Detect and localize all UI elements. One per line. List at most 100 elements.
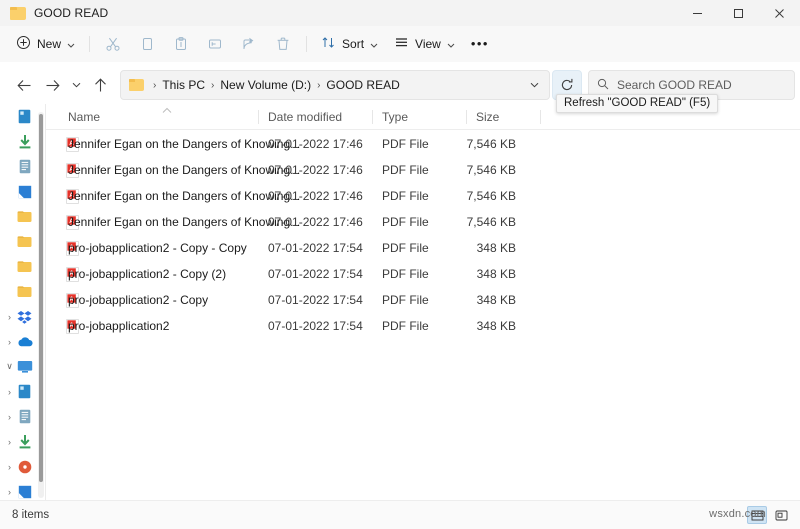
- breadcrumb-new-volume[interactable]: New Volume (D:): [219, 78, 312, 92]
- sort-button-label: Sort: [342, 37, 365, 51]
- search-placeholder: Search GOOD READ: [617, 78, 732, 92]
- table-row[interactable]: Apro-jobapplication2 - Copy (2) 07-01-202…: [46, 261, 800, 287]
- view-toggle-group: [747, 506, 791, 524]
- column-header-name[interactable]: Name: [68, 104, 100, 130]
- file-date-modified: 07-01-2022 17:46: [268, 189, 363, 203]
- column-header-size[interactable]: Size: [476, 104, 499, 130]
- maximize-icon[interactable]: [718, 0, 759, 26]
- file-date-modified: 07-01-2022 17:46: [268, 215, 363, 229]
- folder-icon: [10, 6, 26, 20]
- file-date-modified: 07-01-2022 17:54: [268, 241, 363, 255]
- file-name: Jennifer Egan on the Dangers of Knowing.…: [68, 137, 301, 151]
- breadcrumb-good-read[interactable]: GOOD READ: [325, 78, 400, 92]
- new-button[interactable]: New: [8, 30, 83, 58]
- nav-pane-scrollbar[interactable]: [38, 112, 44, 498]
- file-name: Jennifer Egan on the Dangers of Knowing.…: [68, 163, 301, 177]
- breadcrumb-this-pc[interactable]: This PC: [161, 78, 206, 92]
- chevron-down-icon: [447, 37, 455, 51]
- table-row[interactable]: A Jennifer Egan on the Dangers of Knowing…: [46, 209, 800, 235]
- plus-circle-icon: [16, 35, 31, 53]
- command-bar: New Sort View •••: [0, 26, 800, 62]
- chevron-down-icon: [370, 37, 378, 51]
- file-name: pro-jobapplication2 - Copy: [68, 293, 209, 307]
- folder-icon: [16, 284, 33, 300]
- file-type: PDF File: [382, 267, 429, 281]
- file-name: Jennifer Egan on the Dangers of Knowing.…: [68, 215, 301, 229]
- file-name: Jennifer Egan on the Dangers of Knowing.…: [68, 189, 301, 203]
- file-date-modified: 07-01-2022 17:54: [268, 293, 363, 307]
- file-type: PDF File: [382, 189, 429, 203]
- delete-button[interactable]: [266, 30, 300, 58]
- refresh-tooltip: Refresh "GOOD READ" (F5): [556, 94, 719, 113]
- sort-ascending-icon: [162, 103, 172, 113]
- file-name: pro-jobapplication2: [68, 319, 170, 333]
- more-options-label: •••: [470, 36, 489, 51]
- view-button[interactable]: View: [386, 30, 463, 58]
- desktop-icon: [16, 384, 33, 400]
- file-type: PDF File: [382, 137, 429, 151]
- file-size: 348 KB: [476, 241, 516, 255]
- paste-button[interactable]: [164, 30, 198, 58]
- expander-chevron-icon[interactable]: ∨: [3, 361, 16, 372]
- table-row[interactable]: A Jennifer Egan on the Dangers of Knowing…: [46, 131, 800, 157]
- expander-chevron-icon[interactable]: ›: [3, 487, 16, 497]
- expander-chevron-icon[interactable]: ›: [3, 312, 16, 322]
- expander-chevron-icon[interactable]: ›: [3, 337, 16, 347]
- column-header-date-modified[interactable]: Date modified: [268, 104, 342, 130]
- table-row[interactable]: Apro-jobapplication2 - Copy - Copy 07-01-…: [46, 235, 800, 261]
- table-row[interactable]: A Jennifer Egan on the Dangers of Knowing…: [46, 157, 800, 183]
- file-date-modified: 07-01-2022 17:54: [268, 319, 363, 333]
- share-button[interactable]: [232, 30, 266, 58]
- column-header-type[interactable]: Type: [382, 104, 408, 130]
- cut-button[interactable]: [96, 30, 130, 58]
- status-bar: 8 items: [0, 500, 800, 529]
- folder-icon: [16, 234, 33, 250]
- large-icons-view-icon[interactable]: [771, 506, 791, 524]
- expander-chevron-icon[interactable]: ›: [3, 412, 16, 422]
- pictures-icon: [16, 484, 33, 500]
- file-size: 7,546 KB: [466, 189, 516, 203]
- file-type: PDF File: [382, 293, 429, 307]
- forward-button[interactable]: [38, 71, 66, 99]
- music-icon: [16, 459, 33, 475]
- sort-arrows-icon: [321, 35, 336, 53]
- file-type: PDF File: [382, 163, 429, 177]
- file-type: PDF File: [382, 319, 429, 333]
- toolbar-divider: [89, 36, 91, 52]
- file-size: 348 KB: [476, 293, 516, 307]
- file-date-modified: 07-01-2022 17:46: [268, 163, 363, 177]
- breadcrumb-bar[interactable]: › This PC › New Volume (D:) › GOOD READ: [120, 70, 550, 100]
- file-size: 7,546 KB: [466, 137, 516, 151]
- documents-icon: [16, 409, 33, 425]
- file-type: PDF File: [382, 215, 429, 229]
- sort-button[interactable]: Sort: [313, 30, 386, 58]
- pictures-icon: [16, 184, 33, 200]
- chevron-down-icon[interactable]: [526, 82, 543, 88]
- close-icon[interactable]: [759, 0, 800, 26]
- details-view-icon[interactable]: [747, 506, 767, 524]
- expander-chevron-icon[interactable]: ›: [3, 387, 16, 397]
- expander-chevron-icon[interactable]: ›: [3, 462, 16, 472]
- file-list[interactable]: A Jennifer Egan on the Dangers of Knowing…: [46, 131, 800, 499]
- onedrive-personal-icon: [16, 109, 33, 125]
- breadcrumb-separator: ›: [317, 79, 321, 91]
- folder-icon: [16, 209, 33, 225]
- this-pc-icon: [16, 359, 33, 375]
- dropbox-icon: [16, 309, 33, 325]
- file-name: pro-jobapplication2 - Copy (2): [68, 267, 227, 281]
- back-button[interactable]: [10, 71, 38, 99]
- recent-locations-button[interactable]: [66, 71, 86, 99]
- table-row[interactable]: Apro-jobapplication2 07-01-2022 17:54 PDF …: [46, 313, 800, 339]
- expander-chevron-icon[interactable]: ›: [3, 437, 16, 447]
- documents-icon: [16, 159, 33, 175]
- table-row[interactable]: A Jennifer Egan on the Dangers of Knowing…: [46, 183, 800, 209]
- file-size: 7,546 KB: [466, 163, 516, 177]
- copy-button[interactable]: [130, 30, 164, 58]
- rename-button[interactable]: [198, 30, 232, 58]
- downloads-icon: [16, 134, 33, 150]
- more-options-button[interactable]: •••: [463, 30, 497, 58]
- up-button[interactable]: [86, 71, 114, 99]
- minimize-icon[interactable]: [677, 0, 718, 26]
- table-row[interactable]: Apro-jobapplication2 - Copy 07-01-2022 17…: [46, 287, 800, 313]
- chevron-down-icon: [67, 37, 75, 51]
